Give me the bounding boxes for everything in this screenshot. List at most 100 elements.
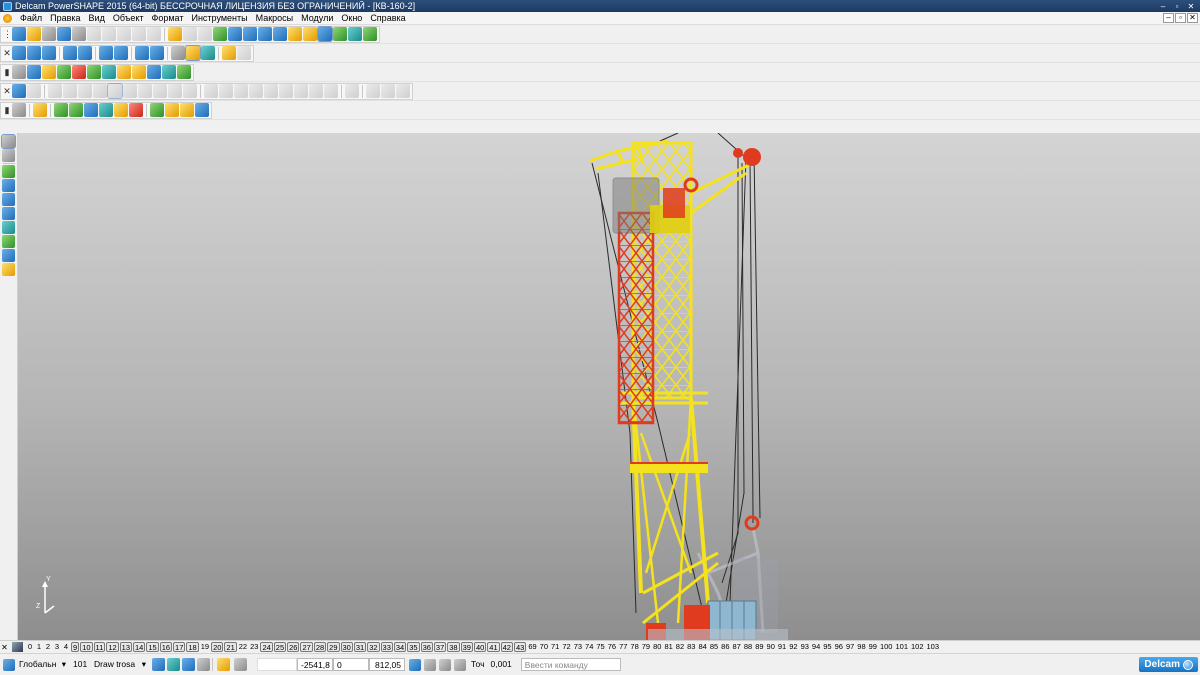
pattern-icon[interactable]	[324, 84, 338, 98]
menu-modules[interactable]: Модули	[297, 12, 337, 25]
coord-y[interactable]: 0	[333, 658, 369, 671]
layer-button[interactable]: 21	[224, 642, 237, 652]
patch-icon[interactable]	[129, 103, 143, 117]
lateral-icon[interactable]	[150, 103, 164, 117]
split-icon[interactable]	[249, 84, 263, 98]
menu-format[interactable]: Формат	[148, 12, 188, 25]
layer-button[interactable]: 75	[595, 642, 605, 652]
trash-icon[interactable]	[454, 658, 466, 671]
toolbar-grip[interactable]: ▮	[3, 103, 11, 117]
layer-button[interactable]: 23	[249, 642, 259, 652]
graphics-viewport[interactable]: Y Z	[18, 133, 1200, 640]
undo-icon[interactable]	[168, 27, 182, 41]
mesh-icon[interactable]	[333, 27, 347, 41]
layer-button[interactable]: 0	[26, 642, 34, 652]
layer-button[interactable]: 79	[641, 642, 651, 652]
layer-button[interactable]: 101	[894, 642, 909, 652]
clear-icon[interactable]	[147, 27, 161, 41]
layer-button[interactable]: 98	[856, 642, 866, 652]
spring-icon[interactable]	[123, 84, 137, 98]
layer-button[interactable]: 40	[473, 642, 487, 652]
layer-button[interactable]: 77	[618, 642, 628, 652]
pencil-icon[interactable]	[42, 65, 56, 79]
fill-surface-icon[interactable]	[69, 103, 83, 117]
measure-icon[interactable]	[162, 65, 176, 79]
electrode-tools-icon[interactable]	[2, 235, 15, 248]
layer-button[interactable]: 15	[146, 642, 159, 652]
layer-button[interactable]: 80	[652, 642, 662, 652]
layer-button[interactable]: 33	[380, 642, 393, 652]
zoom-out-icon[interactable]	[150, 46, 164, 60]
wireframe-tools-icon[interactable]	[2, 179, 15, 192]
chamfer-icon[interactable]	[183, 84, 197, 98]
layer-button[interactable]: 39	[460, 642, 473, 652]
layer-button[interactable]: 28	[313, 642, 327, 652]
layer-button[interactable]: 84	[697, 642, 707, 652]
menu-help[interactable]: Справка	[366, 12, 409, 25]
wireframe-surface-icon[interactable]	[54, 103, 68, 117]
layer-button[interactable]: 31	[353, 642, 367, 652]
minimize-button[interactable]: –	[1157, 2, 1169, 11]
layer-button[interactable]: 95	[822, 642, 832, 652]
doc-close-button[interactable]: ✕	[1187, 13, 1198, 23]
fillet-icon[interactable]	[168, 84, 182, 98]
cursor-icon[interactable]	[228, 27, 242, 41]
wireframe-icon[interactable]	[171, 46, 185, 60]
layer-button[interactable]: 9	[71, 642, 80, 652]
view-front-icon[interactable]	[27, 46, 41, 60]
document-icon[interactable]	[3, 13, 12, 23]
plane-icon[interactable]	[114, 103, 128, 117]
coordinate-mode-icon[interactable]	[424, 658, 436, 671]
sweep-icon[interactable]	[102, 65, 116, 79]
assembly-tools-icon[interactable]	[2, 263, 15, 276]
layer-button[interactable]: 90	[766, 642, 776, 652]
mesh-tools-icon[interactable]	[2, 221, 15, 234]
print-icon[interactable]	[42, 27, 56, 41]
pan-icon[interactable]	[99, 46, 113, 60]
layer-button[interactable]: 94	[811, 642, 821, 652]
layer-button[interactable]: 25	[273, 642, 287, 652]
render-icon[interactable]	[201, 46, 215, 60]
feature-icon[interactable]	[309, 84, 323, 98]
layer-button[interactable]: 71	[550, 642, 560, 652]
view-iso-icon[interactable]	[63, 46, 77, 60]
arc-icon[interactable]	[273, 27, 287, 41]
layer-button[interactable]: 24	[260, 642, 273, 652]
layer-button[interactable]: 83	[686, 642, 696, 652]
subtract-icon[interactable]	[219, 84, 233, 98]
annotation-tools-icon[interactable]	[2, 249, 15, 262]
history-icon[interactable]	[366, 84, 380, 98]
sphere-icon[interactable]	[78, 84, 92, 98]
layer-button[interactable]: 73	[573, 642, 583, 652]
cube-icon[interactable]	[117, 65, 131, 79]
general-edit-icon[interactable]	[2, 165, 15, 178]
command-input[interactable]: Ввести команду	[520, 658, 621, 671]
layer-button[interactable]: 42	[500, 642, 513, 652]
layer-button[interactable]: 17	[173, 642, 186, 652]
menu-object[interactable]: Объект	[109, 12, 148, 25]
doc-minimize-button[interactable]: –	[1163, 13, 1174, 23]
layer-button[interactable]: 29	[327, 642, 340, 652]
save-icon[interactable]	[57, 27, 71, 41]
workplane-select[interactable]: Глобальн ▾	[15, 658, 70, 671]
layer-button[interactable]: 11	[93, 642, 106, 652]
torus-icon[interactable]	[107, 83, 123, 99]
restore-button[interactable]: ▫	[1171, 2, 1183, 11]
layer-button[interactable]: 87	[732, 642, 742, 652]
layer-button[interactable]: 34	[393, 642, 407, 652]
layer-button[interactable]: 103	[926, 642, 941, 652]
extrude-icon[interactable]	[138, 84, 152, 98]
lighting-icon[interactable]	[222, 46, 236, 60]
save-as-icon[interactable]	[72, 27, 86, 41]
zoom-in-icon[interactable]	[135, 46, 149, 60]
layer-button[interactable]: 102	[910, 642, 925, 652]
close-button[interactable]: ✕	[1185, 2, 1197, 11]
redo-icon[interactable]	[183, 27, 197, 41]
green-solid-icon[interactable]	[57, 65, 71, 79]
layer-button[interactable]: 2	[44, 642, 52, 652]
select-filter-icon[interactable]	[213, 27, 227, 41]
menu-edit[interactable]: Правка	[46, 12, 84, 25]
quick-select-icon[interactable]	[2, 149, 15, 162]
tools-icon[interactable]	[363, 27, 377, 41]
layer-button[interactable]: 38	[447, 642, 460, 652]
